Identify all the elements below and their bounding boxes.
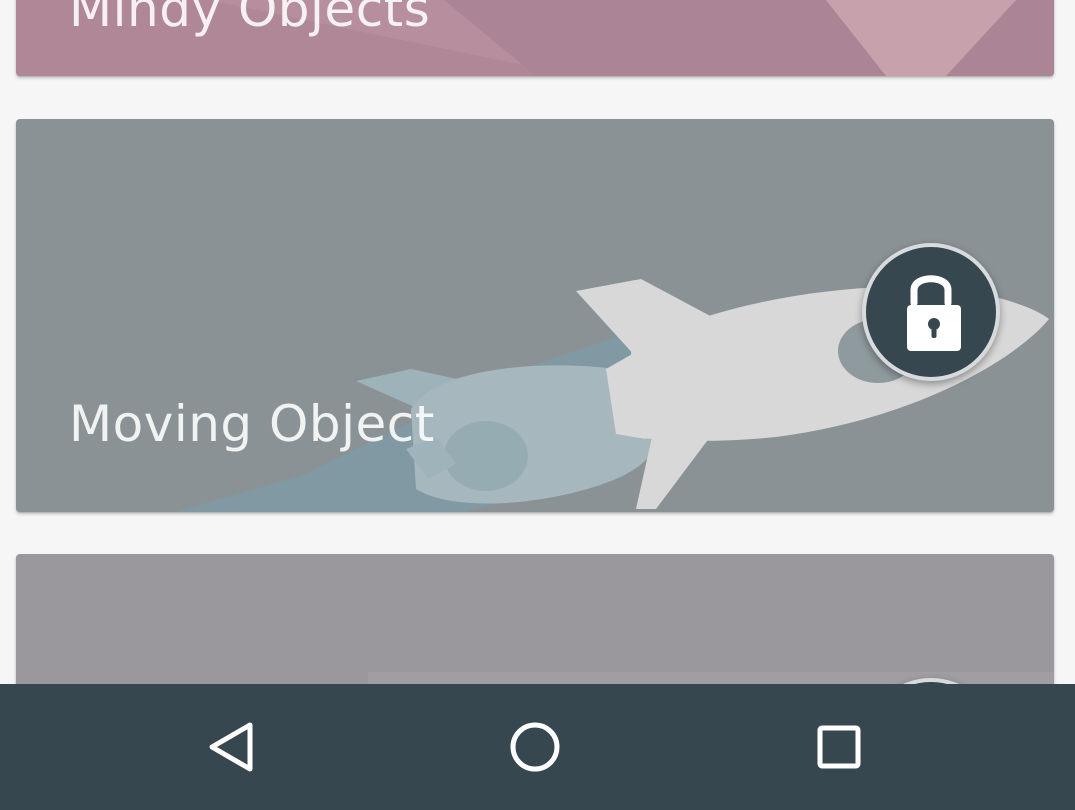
card-title: Moving Object — [69, 395, 435, 453]
home-button[interactable] — [465, 684, 605, 810]
card-mindy-objects[interactable]: Mindy Objects — [16, 0, 1054, 76]
triangle-back-icon — [209, 722, 253, 772]
unlocked-padlock-icon — [907, 275, 961, 351]
card-moving-object[interactable]: Moving Object — [16, 119, 1054, 512]
screen: Mindy Objects Moving Object — [0, 0, 1075, 810]
navigation-bar — [0, 684, 1075, 810]
circle-home-icon — [510, 722, 560, 772]
card-title: Mindy Objects — [69, 0, 431, 38]
recents-button[interactable] — [769, 684, 909, 810]
lock-badge[interactable] — [862, 243, 1000, 381]
square-recents-icon — [817, 725, 861, 769]
back-button[interactable] — [162, 684, 302, 810]
